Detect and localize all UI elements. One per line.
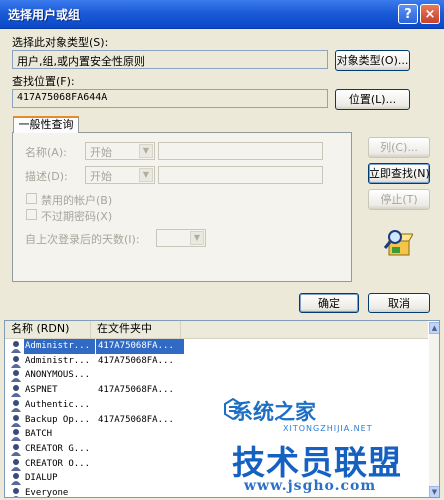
chevron-down-icon: ▼ (139, 168, 153, 182)
row-name: DIALUP (25, 473, 58, 484)
user-icon (11, 399, 21, 412)
row-name: Administr... (24, 339, 95, 354)
table-row[interactable]: Administr... 417A75068FA... (6, 339, 426, 354)
row-folder: 417A75068FA... (98, 355, 174, 366)
row-name: ASPNET (25, 385, 58, 396)
row-name: Administr... (25, 355, 91, 366)
user-icon (11, 370, 21, 383)
search-icon (383, 230, 413, 256)
table-row[interactable]: Authentic... (6, 398, 426, 413)
name-label: 名称(A): (25, 146, 67, 159)
location-label: 查找位置(F): (12, 75, 75, 88)
user-icon (13, 488, 19, 497)
list-header: 名称 (RDN) 在文件夹中 (5, 321, 428, 339)
table-row[interactable]: ASPNET 417A75068FA... (6, 383, 426, 398)
row-folder (96, 471, 184, 486)
row-folder (96, 427, 184, 442)
user-icon (11, 473, 21, 486)
row-folder: 417A75068FA... (98, 385, 174, 396)
days-since-logon-label: 自上次登录后的天数(I): (25, 233, 140, 246)
row-folder (96, 442, 184, 457)
disabled-accounts-label: 禁用的帐户(B) (41, 194, 113, 207)
row-name: CREATOR O... (25, 458, 91, 469)
ok-button[interactable]: 确定 (299, 293, 359, 313)
user-icon (11, 385, 21, 398)
user-icon (11, 355, 21, 368)
row-folder (96, 398, 184, 413)
row-folder (96, 457, 184, 472)
description-input (158, 166, 323, 184)
chevron-down-icon: ▼ (190, 231, 204, 245)
row-name: Everyone (25, 488, 69, 498)
row-folder: 417A75068FA... (96, 339, 184, 354)
object-types-button[interactable]: 对象类型(O)... (335, 50, 410, 71)
tab-panel: 名称(A): 开始 ▼ 描述(D): 开始 ▼ 禁用的帐户(B) 不过期密码(X… (12, 132, 352, 282)
location-field: 417A75068FA644A (12, 89, 328, 108)
description-label: 描述(D): (25, 170, 68, 183)
object-type-label: 选择此对象类型(S): (12, 36, 109, 49)
name-condition-value: 开始 (90, 146, 112, 159)
user-icon (11, 443, 21, 456)
watermark-line4: www.jsgho.com (244, 478, 377, 494)
columns-button: 列(C)... (368, 137, 430, 158)
cancel-button[interactable]: 取消 (368, 293, 430, 313)
scroll-up-arrow-icon[interactable]: ▲ (429, 322, 439, 334)
stop-button: 停止(T) (368, 189, 430, 210)
disabled-accounts-checkbox (26, 193, 37, 204)
row-name: BATCH (25, 429, 53, 440)
window-title: 选择用户或组 (8, 8, 81, 22)
watermark-line3: 技术员联盟 (232, 443, 402, 482)
row-name: Authentic... (25, 399, 91, 410)
column-header-folder[interactable]: 在文件夹中 (91, 321, 181, 338)
chevron-down-icon: ▼ (139, 144, 153, 158)
vertical-scrollbar[interactable]: ▲ ▼ (429, 322, 439, 497)
column-header-name[interactable]: 名称 (RDN) (5, 321, 91, 338)
user-icon (11, 414, 21, 427)
watermark-line2: XITONGZHIJIA.NET (283, 424, 373, 433)
user-icon (11, 341, 21, 353)
user-icon (11, 458, 21, 471)
help-button[interactable]: ? (398, 4, 418, 24)
table-row[interactable]: Administr... 417A75068FA... (6, 354, 426, 369)
days-since-logon-combo: ▼ (156, 229, 206, 247)
close-button[interactable]: × (420, 4, 440, 24)
name-condition-combo: 开始 ▼ (85, 142, 155, 160)
row-name: Backup Op... (25, 414, 91, 425)
row-name: CREATOR G... (25, 443, 91, 454)
object-type-field: 用户,组,或内置安全性原则 (12, 50, 328, 69)
row-name: ANONYMOUS... (25, 370, 91, 381)
find-now-button[interactable]: 立即查找(N) (368, 163, 430, 184)
row-folder (96, 486, 184, 497)
watermark-line1: 系统之家 (232, 400, 316, 424)
description-condition-combo: 开始 ▼ (85, 166, 155, 184)
user-icon (11, 429, 21, 442)
table-row[interactable]: ANONYMOUS... (6, 368, 426, 383)
row-folder (96, 368, 184, 383)
row-folder: 417A75068FA... (98, 414, 174, 425)
description-condition-value: 开始 (90, 170, 112, 183)
no-expire-password-checkbox (26, 209, 37, 220)
name-input (158, 142, 323, 160)
tab-common-queries[interactable]: 一般性查询 (13, 116, 79, 133)
title-bar: 选择用户或组 ? × (0, 0, 444, 29)
scroll-down-arrow-icon[interactable]: ▼ (429, 486, 439, 497)
locations-button[interactable]: 位置(L)... (335, 89, 410, 110)
no-expire-password-label: 不过期密码(X) (41, 210, 113, 223)
